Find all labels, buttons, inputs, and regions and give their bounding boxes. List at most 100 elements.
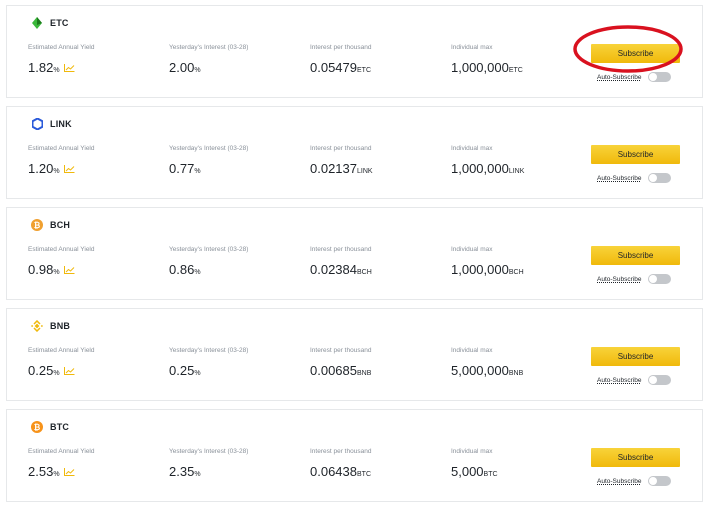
interest-per-thousand: Interest per thousand 0.02137 LINK bbox=[310, 145, 373, 176]
auto-subscribe-toggle[interactable] bbox=[648, 476, 672, 486]
yesterday-interest: Yesterday's Interest (03-28) 0.86% bbox=[169, 246, 248, 277]
interest-per-thousand: Interest per thousand 0.00685 BNB bbox=[310, 347, 371, 378]
auto-subscribe-label[interactable]: Auto-Subscribe bbox=[597, 74, 641, 81]
auto-subscribe: Auto-Subscribe bbox=[597, 274, 672, 284]
individual-max: Individual max 5,000,000 BNB bbox=[451, 347, 523, 378]
annual-yield-value: 1.82 bbox=[28, 60, 54, 75]
auto-subscribe: Auto-Subscribe bbox=[597, 375, 672, 385]
yesterday-interest-value: 2.00 bbox=[169, 60, 195, 75]
interest-per-thousand-unit: BNB bbox=[357, 370, 372, 377]
individual-max-unit: BNB bbox=[508, 370, 524, 377]
subscribe-button[interactable]: Subscribe bbox=[591, 448, 680, 467]
yesterday-interest-value: 0.86 bbox=[169, 262, 195, 277]
auto-subscribe-label[interactable]: Auto-Subscribe bbox=[597, 478, 641, 485]
interest-per-thousand-unit: BCH bbox=[357, 269, 372, 276]
subscribe-button[interactable]: Subscribe bbox=[591, 347, 680, 366]
yesterday-interest-label: Yesterday's Interest (03-28) bbox=[169, 347, 249, 354]
annual-yield-label: Estimated Annual Yield bbox=[28, 448, 95, 455]
individual-max-label: Individual max bbox=[451, 246, 493, 253]
individual-max-value: 1,000,000 bbox=[451, 60, 509, 75]
trend-chart-icon[interactable] bbox=[63, 64, 75, 72]
coin-name: LINK bbox=[50, 119, 72, 129]
interest-per-thousand-label: Interest per thousand bbox=[310, 347, 372, 354]
yesterday-interest-value: 2.35 bbox=[169, 464, 195, 479]
yesterday-interest-unit: % bbox=[194, 471, 201, 478]
individual-max-value: 1,000,000 bbox=[451, 161, 509, 176]
interest-per-thousand-label: Interest per thousand bbox=[310, 448, 372, 455]
coin-name: BTC bbox=[50, 422, 70, 432]
interest-per-thousand: Interest per thousand 0.06438 BTC bbox=[310, 448, 371, 479]
subscribe-button[interactable]: Subscribe bbox=[591, 246, 680, 265]
auto-subscribe-label[interactable]: Auto-Subscribe bbox=[597, 377, 641, 384]
svg-text:₿: ₿ bbox=[34, 221, 41, 230]
interest-per-thousand-value: 0.02137 bbox=[310, 161, 357, 176]
toggle-knob bbox=[649, 477, 658, 485]
yesterday-interest-label: Yesterday's Interest (03-28) bbox=[169, 246, 249, 253]
yesterday-interest-value: 0.77 bbox=[169, 161, 195, 176]
annual-yield: Estimated Annual Yield 2.53% bbox=[28, 448, 95, 479]
toggle-knob bbox=[649, 174, 658, 182]
btc-icon: ₿ bbox=[31, 421, 43, 433]
annual-yield-unit: % bbox=[53, 168, 60, 175]
auto-subscribe: Auto-Subscribe bbox=[597, 173, 672, 183]
individual-max: Individual max 1,000,000 ETC bbox=[451, 44, 523, 75]
annual-yield-unit: % bbox=[53, 269, 60, 276]
individual-max-label: Individual max bbox=[451, 44, 493, 51]
auto-subscribe-toggle[interactable] bbox=[648, 173, 672, 183]
toggle-knob bbox=[649, 73, 658, 81]
annual-yield-value: 0.98 bbox=[28, 262, 54, 277]
trend-chart-icon[interactable] bbox=[63, 165, 75, 173]
individual-max-unit: BTC bbox=[483, 471, 498, 478]
coin-header: LINK bbox=[31, 118, 72, 130]
auto-subscribe-toggle[interactable] bbox=[648, 72, 672, 82]
interest-per-thousand-unit: LINK bbox=[357, 168, 373, 175]
annual-yield-unit: % bbox=[53, 370, 60, 377]
individual-max-value: 1,000,000 bbox=[451, 262, 509, 277]
interest-per-thousand-value: 0.02384 bbox=[310, 262, 357, 277]
yesterday-interest: Yesterday's Interest (03-28) 2.35% bbox=[169, 448, 248, 479]
yesterday-interest-label: Yesterday's Interest (03-28) bbox=[169, 448, 249, 455]
individual-max-label: Individual max bbox=[451, 347, 493, 354]
yesterday-interest-unit: % bbox=[194, 168, 201, 175]
auto-subscribe: Auto-Subscribe bbox=[597, 72, 672, 82]
coin-header: BNB bbox=[31, 320, 70, 332]
product-card-bnb: BNB Estimated Annual Yield 0.25% Yesterd… bbox=[6, 308, 703, 401]
interest-per-thousand-label: Interest per thousand bbox=[310, 145, 372, 152]
interest-per-thousand-value: 0.06438 bbox=[310, 464, 357, 479]
auto-subscribe-label[interactable]: Auto-Subscribe bbox=[597, 175, 641, 182]
product-card-link: LINK Estimated Annual Yield 1.20% Yester… bbox=[6, 106, 703, 199]
toggle-knob bbox=[649, 275, 658, 283]
yesterday-interest-unit: % bbox=[194, 67, 201, 74]
svg-text:₿: ₿ bbox=[34, 423, 41, 432]
auto-subscribe-label[interactable]: Auto-Subscribe bbox=[597, 276, 641, 283]
trend-chart-icon[interactable] bbox=[63, 468, 75, 476]
annual-yield: Estimated Annual Yield 1.82% bbox=[28, 44, 95, 75]
bch-icon: ₿ bbox=[31, 219, 43, 231]
individual-max-unit: BCH bbox=[508, 269, 524, 276]
subscribe-button[interactable]: Subscribe bbox=[591, 145, 680, 164]
individual-max-label: Individual max bbox=[451, 448, 493, 455]
yesterday-interest-value: 0.25 bbox=[169, 363, 195, 378]
product-card-bch: ₿ BCH Estimated Annual Yield 0.98% Yeste… bbox=[6, 207, 703, 300]
individual-max-value: 5,000,000 bbox=[451, 363, 509, 378]
interest-per-thousand-label: Interest per thousand bbox=[310, 44, 372, 51]
interest-per-thousand-value: 0.05479 bbox=[310, 60, 357, 75]
individual-max: Individual max 5,000 BTC bbox=[451, 448, 498, 479]
individual-max-label: Individual max bbox=[451, 145, 493, 152]
coin-name: BCH bbox=[50, 220, 71, 230]
coin-header: ₿ BCH bbox=[31, 219, 70, 231]
coin-header: ETC bbox=[31, 17, 69, 29]
individual-max-value: 5,000 bbox=[451, 464, 484, 479]
auto-subscribe-toggle[interactable] bbox=[648, 274, 672, 284]
annual-yield-unit: % bbox=[53, 67, 60, 74]
toggle-knob bbox=[649, 376, 658, 384]
annual-yield-value: 1.20 bbox=[28, 161, 54, 176]
subscribe-button[interactable]: Subscribe bbox=[591, 44, 680, 63]
annual-yield-label: Estimated Annual Yield bbox=[28, 145, 95, 152]
product-card-etc: ETC Estimated Annual Yield 1.82% Yesterd… bbox=[6, 5, 703, 98]
trend-chart-icon[interactable] bbox=[63, 266, 75, 274]
link-icon bbox=[31, 118, 43, 130]
trend-chart-icon[interactable] bbox=[63, 367, 75, 375]
yesterday-interest: Yesterday's Interest (03-28) 0.77% bbox=[169, 145, 248, 176]
auto-subscribe-toggle[interactable] bbox=[648, 375, 672, 385]
